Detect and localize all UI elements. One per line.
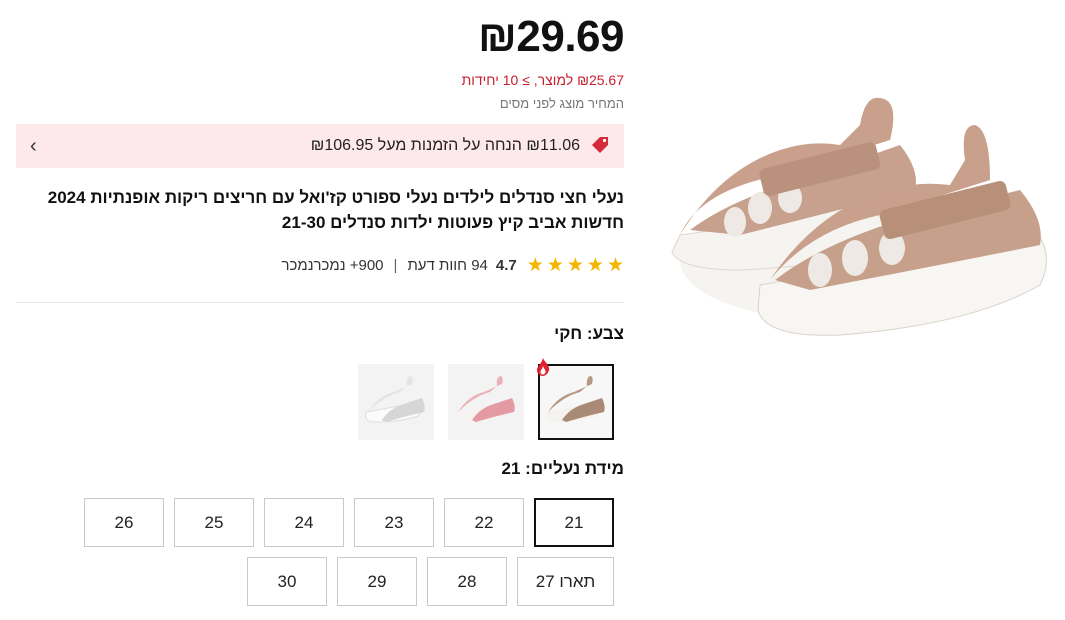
- product-image[interactable]: [660, 80, 1060, 380]
- sold-count: 900+ נמכרנמכר: [281, 257, 384, 274]
- size-option-28[interactable]: 28: [427, 557, 507, 606]
- pink-shoe-thumbnail: [455, 376, 515, 422]
- white-shoe-thumbnail: [365, 376, 425, 423]
- khaki-shoe-thumbnail: [545, 376, 605, 422]
- product-info: ₪29.69 ₪25.67 למוצר, ≥ 10 יחידות המחיר מ…: [16, 0, 625, 620]
- star-icon: ★: [566, 255, 584, 276]
- tag-icon: [592, 137, 608, 153]
- review-count[interactable]: 94 חוות דעת: [407, 257, 487, 274]
- rating-stars: ★ ★ ★ ★ ★: [527, 256, 624, 275]
- swatch-white[interactable]: [358, 364, 434, 440]
- size-option-24[interactable]: 24: [264, 498, 344, 547]
- color-swatches: [358, 358, 614, 440]
- rating-row[interactable]: ★ ★ ★ ★ ★ 4.7 94 חוות דעת | 900+ נמכרנמכ…: [282, 256, 625, 275]
- divider: [16, 302, 624, 303]
- star-icon: ★: [526, 255, 544, 276]
- size-option-22[interactable]: 22: [444, 498, 524, 547]
- size-option-29[interactable]: 29: [337, 557, 417, 606]
- swatch-khaki[interactable]: [537, 358, 614, 440]
- size-label: מידת נעליים: 21: [501, 459, 624, 478]
- promo-banner[interactable]: ₪11.06 הנחה על הזמנות מעל ₪106.95 ›: [16, 124, 624, 168]
- color-label: צבע: חקי: [554, 324, 624, 343]
- price: ₪29.69: [478, 12, 625, 61]
- swatch-pink[interactable]: [448, 364, 524, 440]
- star-icon: ★: [606, 255, 624, 276]
- size-option-23[interactable]: 23: [354, 498, 434, 547]
- fire-icon: [537, 358, 550, 376]
- tax-note: המחיר מוצג לפני מסים: [499, 96, 624, 111]
- chevron-left-icon: ›: [30, 134, 37, 157]
- size-option-30[interactable]: 30: [247, 557, 327, 606]
- bulk-unit-price: ₪25.67 למוצר, ≥ 10 יחידות: [461, 72, 624, 88]
- star-icon: ★: [586, 255, 604, 276]
- shoe-illustration: [671, 97, 1047, 336]
- separator: |: [393, 257, 398, 274]
- promo-text: ₪11.06 הנחה על הזמנות מעל ₪106.95: [310, 137, 580, 154]
- size-options: 21 22 23 24 25 26 תארו 27 28 29 30: [74, 498, 614, 606]
- rating-value: 4.7: [495, 257, 517, 274]
- size-option-21[interactable]: 21: [534, 498, 614, 547]
- star-icon: ★: [546, 255, 564, 276]
- size-option-25[interactable]: 25: [174, 498, 254, 547]
- product-title: נעלי חצי סנדלים לילדים נעלי ספורט קז'ואל…: [47, 188, 624, 232]
- size-option-26[interactable]: 26: [84, 498, 164, 547]
- size-option-27[interactable]: תארו 27: [517, 557, 614, 606]
